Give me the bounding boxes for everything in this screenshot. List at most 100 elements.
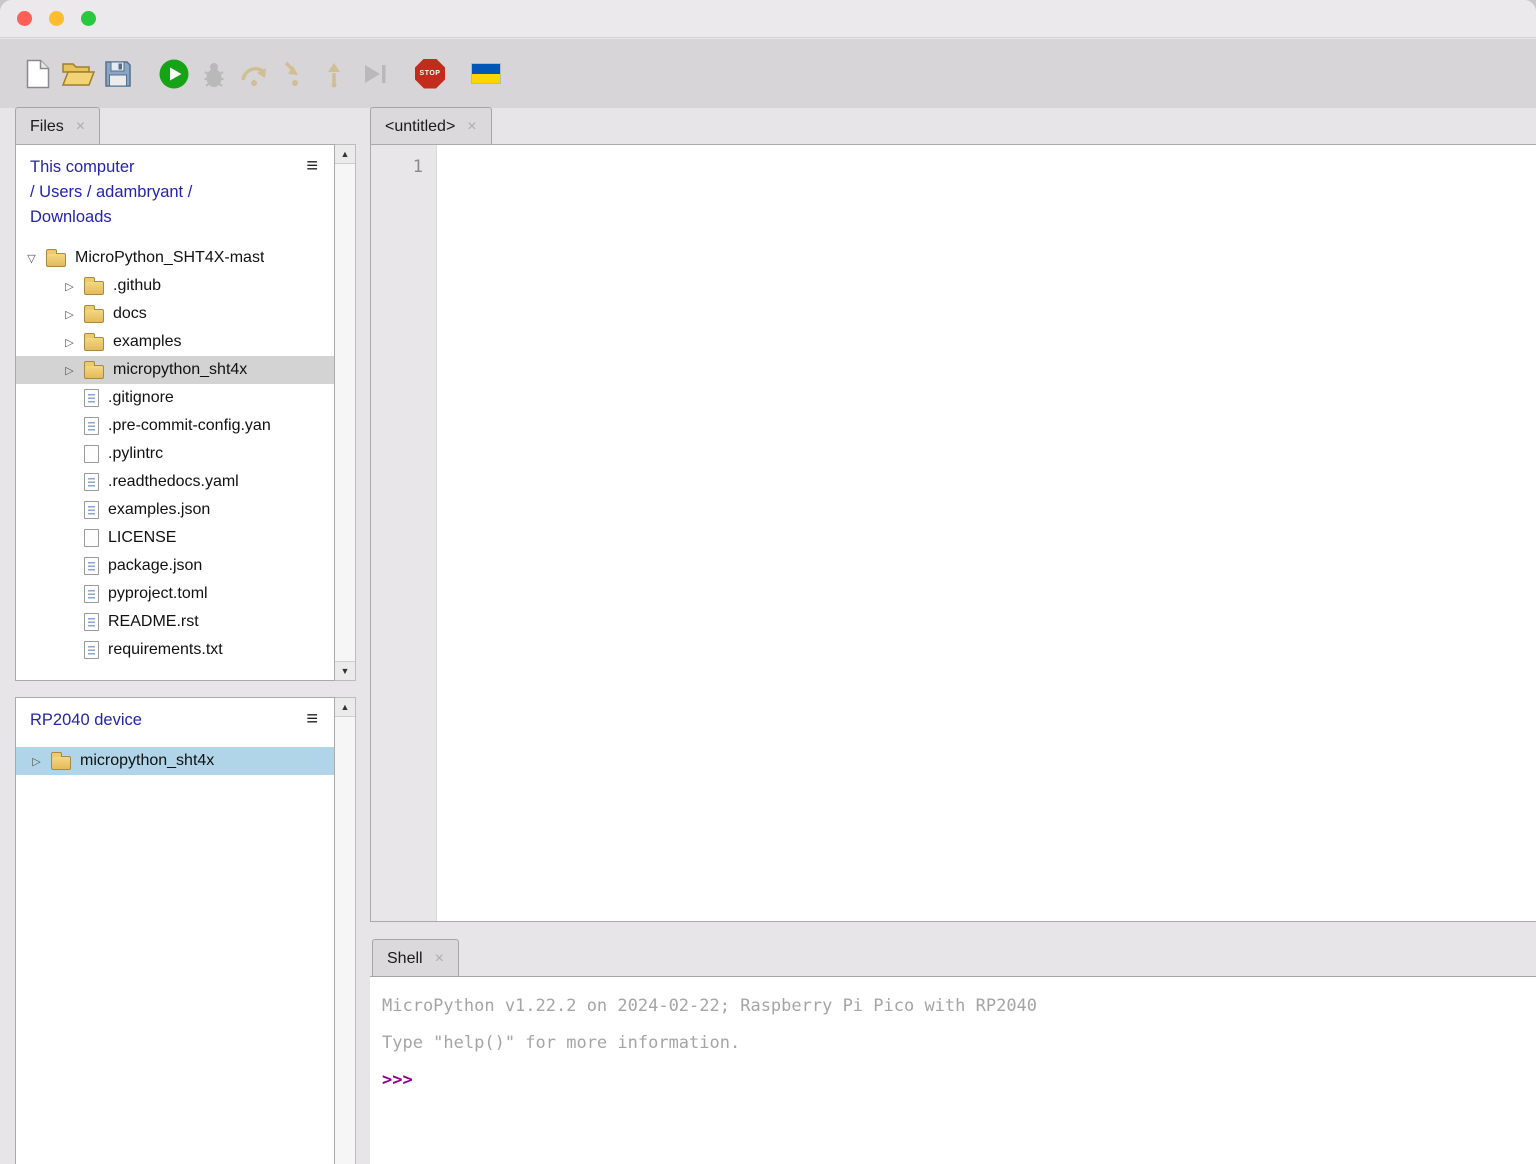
tree-item-label: examples.json: [108, 501, 210, 519]
tree-item-file[interactable]: examples.json: [16, 496, 334, 524]
resume-button[interactable]: [354, 51, 394, 97]
folder-icon: [84, 337, 104, 351]
device-tree: micropython_sht4x: [16, 747, 334, 775]
tree-item-file[interactable]: LICENSE: [16, 524, 334, 552]
chevron-collapsed-icon[interactable]: [62, 308, 77, 321]
close-icon[interactable]: [467, 119, 476, 135]
tree-item-label: micropython_sht4x: [113, 361, 247, 379]
tree-item-file[interactable]: .gitignore: [16, 384, 334, 412]
tree-item-label: .gitignore: [108, 389, 174, 407]
line-number: 1: [371, 157, 423, 177]
scroll-down-icon[interactable]: [335, 661, 355, 680]
editor-text-area[interactable]: [438, 145, 1536, 921]
path-breadcrumb-line2[interactable]: Downloads: [30, 205, 294, 230]
files-menu-icon[interactable]: [306, 154, 318, 179]
device-scrollbar[interactable]: [335, 697, 356, 1164]
tree-item-file[interactable]: requirements.txt: [16, 636, 334, 664]
run-play-icon: [158, 58, 190, 90]
tree-item-label: pyproject.toml: [108, 585, 208, 603]
tree-item-label: package.json: [108, 557, 202, 575]
zoom-window-button[interactable]: [81, 11, 96, 26]
tree-item-label: .github: [113, 277, 161, 295]
file-text-icon: [84, 585, 99, 603]
tree-item-folder-selected[interactable]: micropython_sht4x: [16, 356, 334, 384]
step-over-icon: [239, 60, 269, 88]
tree-item-label: examples: [113, 333, 181, 351]
support-ukraine-button[interactable]: [466, 51, 506, 97]
device-header-label: RP2040 device: [30, 708, 294, 733]
device-menu-icon[interactable]: [306, 707, 318, 732]
file-plain-icon: [84, 445, 99, 463]
this-computer-link[interactable]: This computer: [30, 155, 294, 180]
folder-icon: [51, 756, 71, 770]
stop-sign-icon: STOP: [415, 59, 445, 89]
file-text-icon: [84, 389, 99, 407]
chevron-collapsed-icon[interactable]: [62, 364, 77, 377]
stop-restart-button[interactable]: STOP: [410, 51, 450, 97]
titlebar: [0, 0, 1536, 38]
step-out-button[interactable]: [314, 51, 354, 97]
tree-item-folder-selected[interactable]: micropython_sht4x: [16, 747, 334, 775]
tree-item-file[interactable]: .readthedocs.yaml: [16, 468, 334, 496]
run-script-button[interactable]: [154, 51, 194, 97]
tree-item-folder[interactable]: examples: [16, 328, 334, 356]
tree-item-file[interactable]: .pylintrc: [16, 440, 334, 468]
tab-editor-label: <untitled>: [385, 118, 455, 136]
tree-item-label: MicroPython_SHT4X-mast: [75, 249, 264, 267]
open-file-button[interactable]: [58, 51, 98, 97]
chevron-collapsed-icon[interactable]: [29, 755, 44, 768]
debug-bug-icon: [202, 60, 226, 88]
chevron-collapsed-icon[interactable]: [62, 336, 77, 349]
file-text-icon: [84, 557, 99, 575]
scroll-up-icon[interactable]: [335, 145, 355, 164]
files-scrollbar[interactable]: [335, 144, 356, 681]
tree-item-label: requirements.txt: [108, 641, 223, 659]
tree-item-folder[interactable]: .github: [16, 272, 334, 300]
shell-help-line: Type "help()" for more information.: [382, 1025, 1536, 1062]
tree-item-label: README.rst: [108, 613, 199, 631]
step-over-button[interactable]: [234, 51, 274, 97]
step-into-button[interactable]: [274, 51, 314, 97]
new-file-button[interactable]: [18, 51, 58, 97]
folder-icon: [84, 281, 104, 295]
scroll-up-icon[interactable]: [335, 698, 355, 717]
tree-item-file[interactable]: package.json: [16, 552, 334, 580]
close-icon[interactable]: [76, 119, 85, 135]
chevron-collapsed-icon[interactable]: [62, 280, 77, 293]
files-panel: This computer / Users / adambryant / Dow…: [15, 144, 335, 681]
save-file-button[interactable]: [98, 51, 138, 97]
thonny-window: STOP Files This computer / Users / adamb…: [0, 0, 1536, 1164]
traffic-lights: [17, 11, 96, 26]
close-window-button[interactable]: [17, 11, 32, 26]
tree-item-label: LICENSE: [108, 529, 176, 547]
tab-files[interactable]: Files: [15, 107, 100, 145]
tree-item-label: micropython_sht4x: [80, 752, 214, 770]
tree-item-file[interactable]: README.rst: [16, 608, 334, 636]
close-icon[interactable]: [435, 951, 444, 967]
file-text-icon: [84, 501, 99, 519]
save-floppy-icon: [104, 60, 132, 88]
tree-item-file[interactable]: pyproject.toml: [16, 580, 334, 608]
shell-panel[interactable]: MicroPython v1.22.2 on 2024-02-22; Raspb…: [370, 976, 1536, 1164]
tree-item-folder[interactable]: docs: [16, 300, 334, 328]
path-breadcrumb-line1[interactable]: / Users / adambryant /: [30, 180, 294, 205]
file-text-icon: [84, 613, 99, 631]
tree-item-file[interactable]: .pre-commit-config.yan: [16, 412, 334, 440]
chevron-expanded-icon[interactable]: [24, 252, 39, 265]
folder-icon: [84, 309, 104, 323]
debug-script-button[interactable]: [194, 51, 234, 97]
ukraine-flag-icon: [471, 63, 501, 84]
files-tree: MicroPython_SHT4X-mast .github docs exam…: [16, 244, 334, 664]
device-panel-header: RP2040 device: [16, 698, 334, 733]
tab-shell[interactable]: Shell: [372, 939, 459, 977]
tree-item-folder[interactable]: MicroPython_SHT4X-mast: [16, 244, 334, 272]
editor-panel: 1: [370, 144, 1536, 922]
tab-editor-untitled[interactable]: <untitled>: [370, 107, 492, 145]
minimize-window-button[interactable]: [49, 11, 64, 26]
open-folder-icon: [61, 60, 95, 88]
shell-banner-line: MicroPython v1.22.2 on 2024-02-22; Raspb…: [382, 988, 1536, 1025]
resume-play-icon: [360, 60, 388, 88]
new-file-icon: [26, 59, 50, 89]
tree-item-label: .pre-commit-config.yan: [108, 417, 271, 435]
folder-icon: [46, 253, 66, 267]
